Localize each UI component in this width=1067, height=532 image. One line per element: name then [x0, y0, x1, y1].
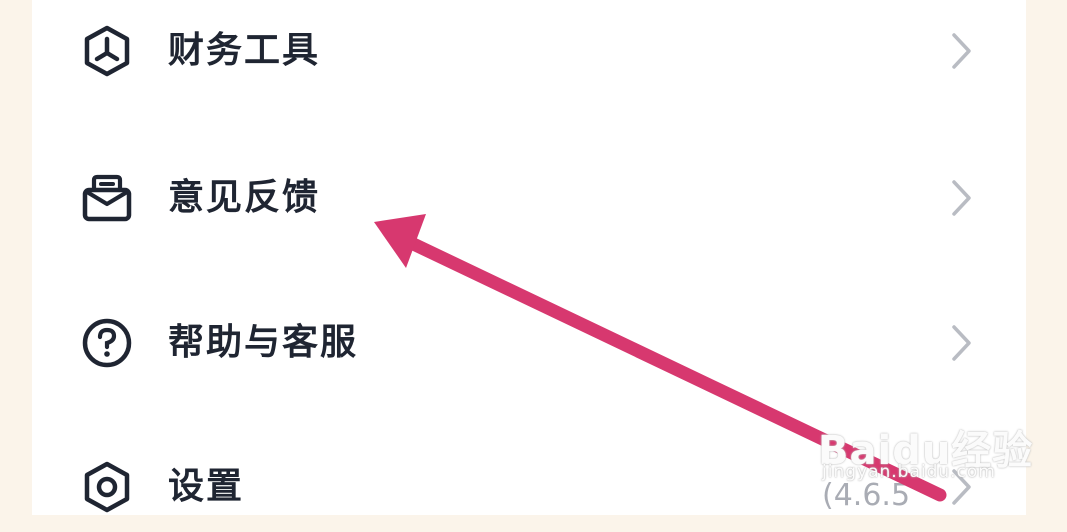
menu-item-settings[interactable]: 设置 (4.6.5	[32, 436, 1026, 532]
finance-tools-icon	[84, 25, 130, 77]
menu-item-finance-tools[interactable]: 财务工具	[32, 0, 1026, 96]
menu-item-label: 设置	[168, 466, 245, 507]
settings-hexagon-icon	[84, 461, 130, 513]
help-question-icon	[82, 318, 132, 368]
feedback-mail-icon	[82, 174, 132, 222]
chevron-right-icon	[952, 469, 971, 505]
chevron-right-icon	[952, 33, 971, 69]
chevron-right-icon	[952, 180, 971, 216]
menu-item-help-support[interactable]: 帮助与客服	[32, 292, 1026, 388]
menu-item-label: 意见反馈	[168, 177, 321, 218]
menu-item-label: 帮助与客服	[168, 322, 359, 363]
menu-item-label: 财务工具	[168, 30, 321, 71]
menu-item-feedback[interactable]: 意见反馈	[32, 147, 1026, 243]
app-version-text: (4.6.5	[822, 478, 911, 513]
menu-panel: 财务工具 意见反馈 帮助与客服 设置 (4.6.5	[32, 0, 1026, 515]
chevron-right-icon	[952, 325, 971, 361]
